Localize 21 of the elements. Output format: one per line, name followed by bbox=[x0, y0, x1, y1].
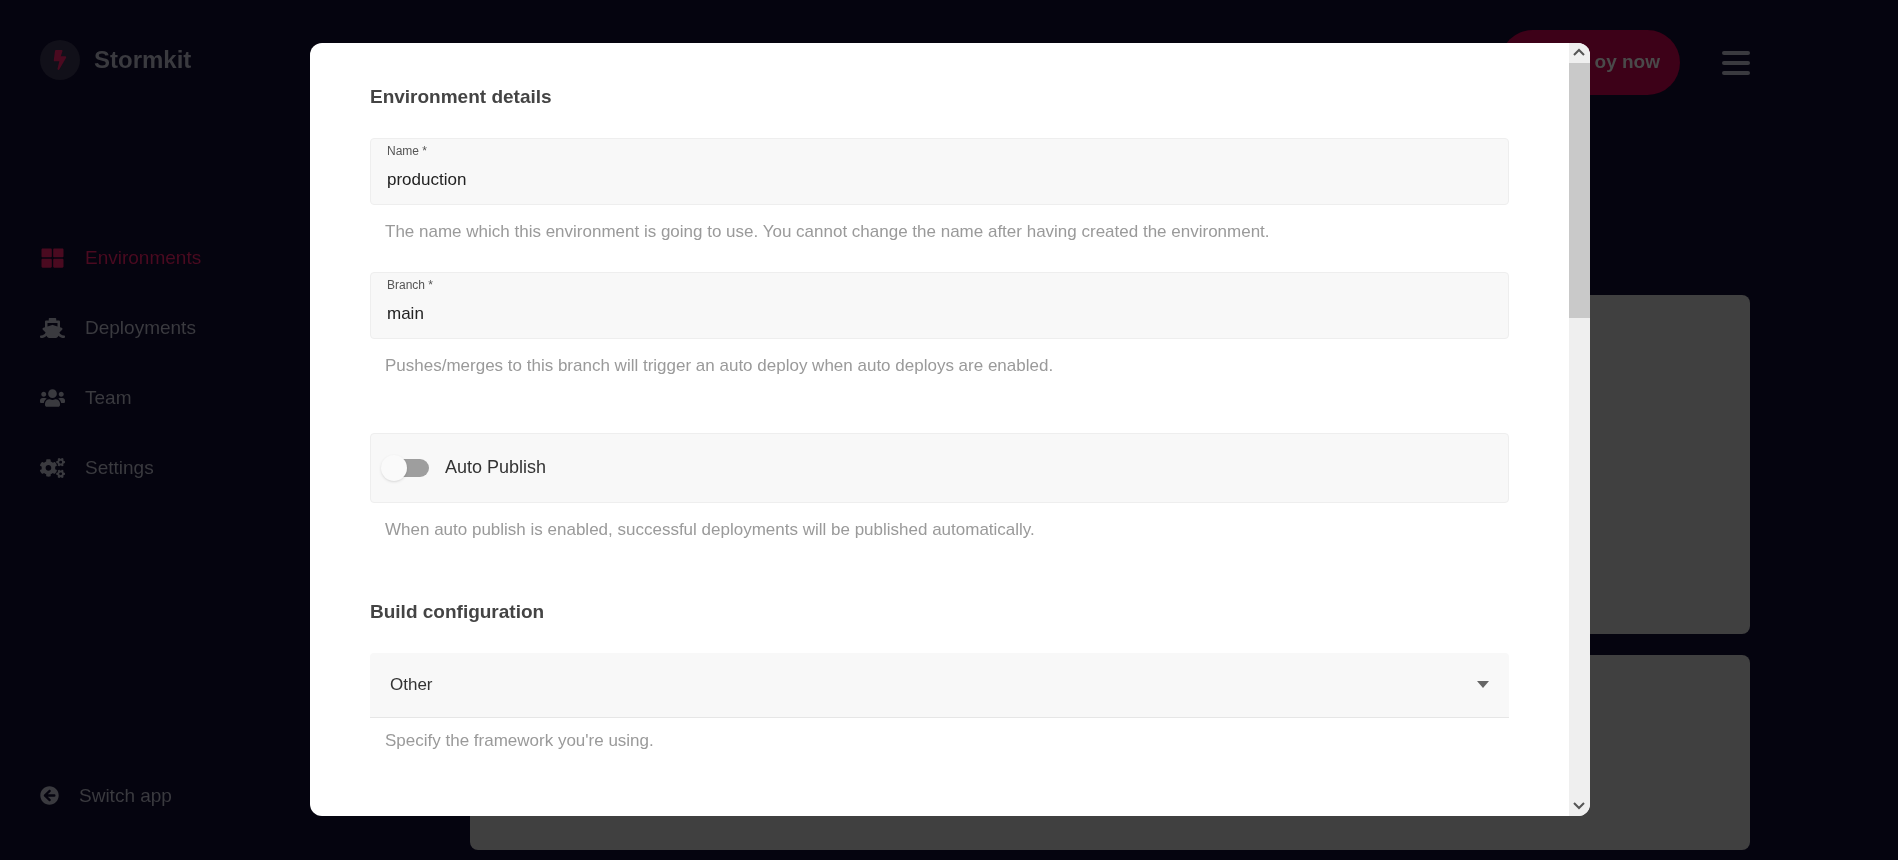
input-field[interactable]: Branch * main bbox=[370, 272, 1509, 339]
grid-icon bbox=[40, 247, 65, 269]
logo-icon bbox=[40, 40, 80, 80]
helper-text: Specify the framework you're using. bbox=[384, 729, 655, 752]
back-arrow-icon bbox=[40, 786, 59, 806]
ship-icon bbox=[40, 317, 65, 339]
scrollbar[interactable] bbox=[1569, 43, 1590, 816]
caret-icon bbox=[1477, 681, 1489, 688]
toggle-label: Auto Publish bbox=[445, 456, 547, 479]
framework-select[interactable]: Other bbox=[370, 652, 1509, 718]
input-field[interactable]: Name * production bbox=[370, 137, 1509, 205]
sidebar-item[interactable]: Environments bbox=[40, 242, 310, 274]
helper-text: Pushes/merges to this branch will trigger an auto deploy when auto deploys are enabled. bbox=[384, 355, 1055, 377]
section-heading: Build configuration bbox=[370, 600, 545, 624]
helper-text: When auto publish is enabled, successful deployments will be published automatically. bbox=[384, 518, 1036, 541]
helper-text: The name which this environment is going to use. You cannot change the name after having created the environment. bbox=[384, 220, 1271, 243]
toggle-switch[interactable] bbox=[381, 454, 431, 481]
users-icon bbox=[40, 387, 65, 409]
section-heading: Environment details bbox=[370, 85, 552, 109]
menu-icon[interactable] bbox=[1722, 50, 1750, 75]
gears-icon bbox=[40, 457, 65, 479]
